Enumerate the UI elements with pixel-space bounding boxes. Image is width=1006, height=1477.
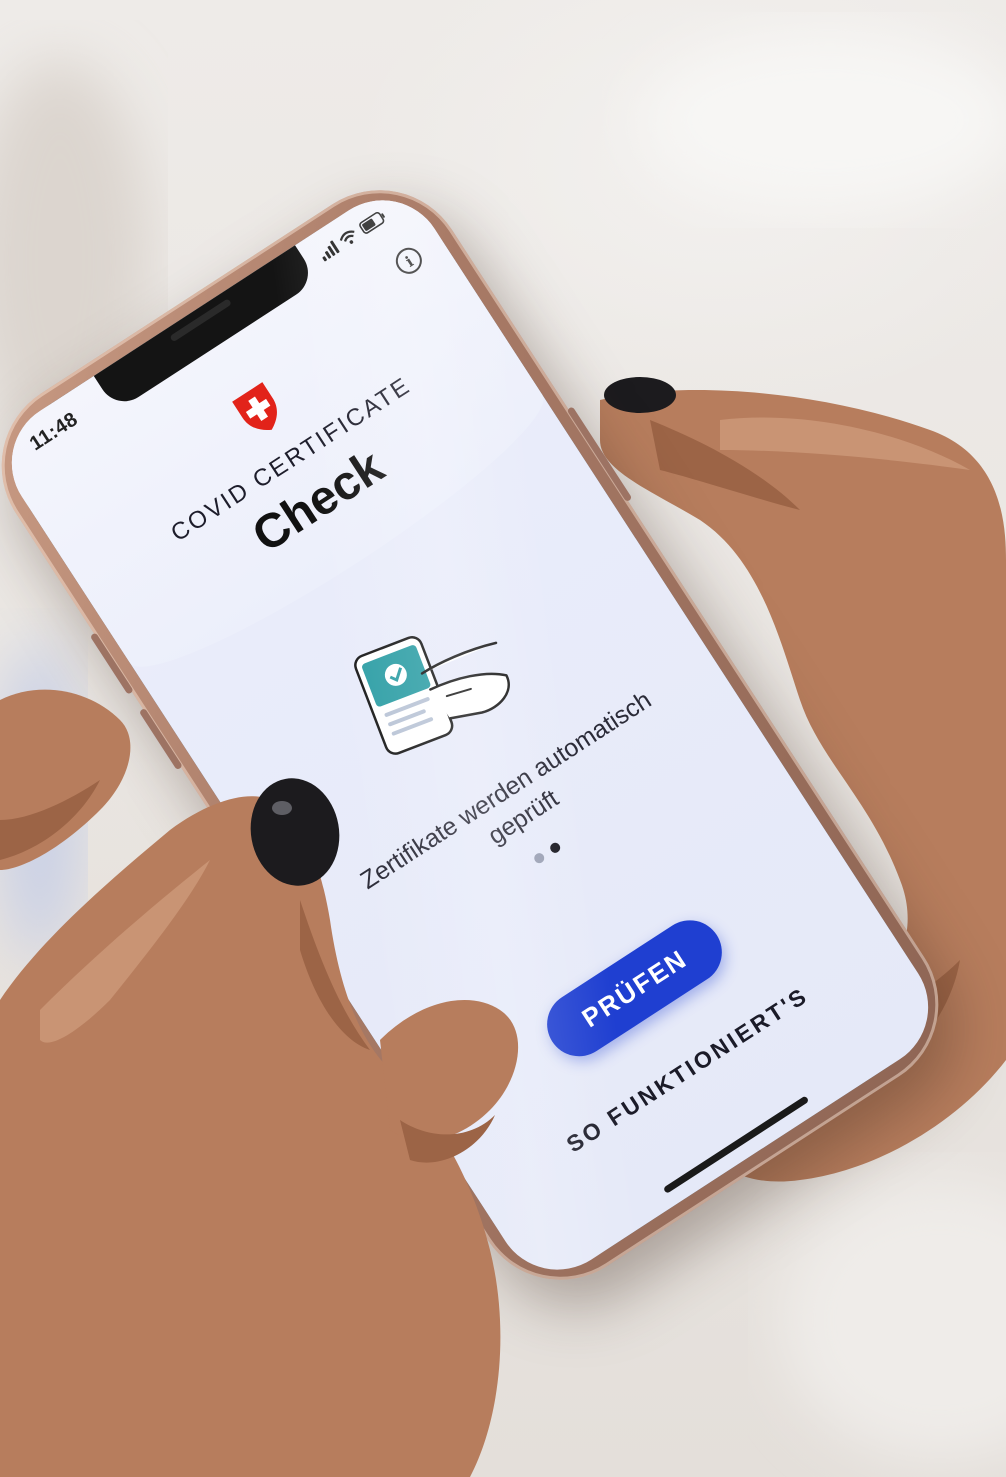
photo-scene: 11:48 i COVID CERTIFICATE Check Zertifik… (0, 0, 1006, 1477)
left-hand (0, 689, 519, 1477)
